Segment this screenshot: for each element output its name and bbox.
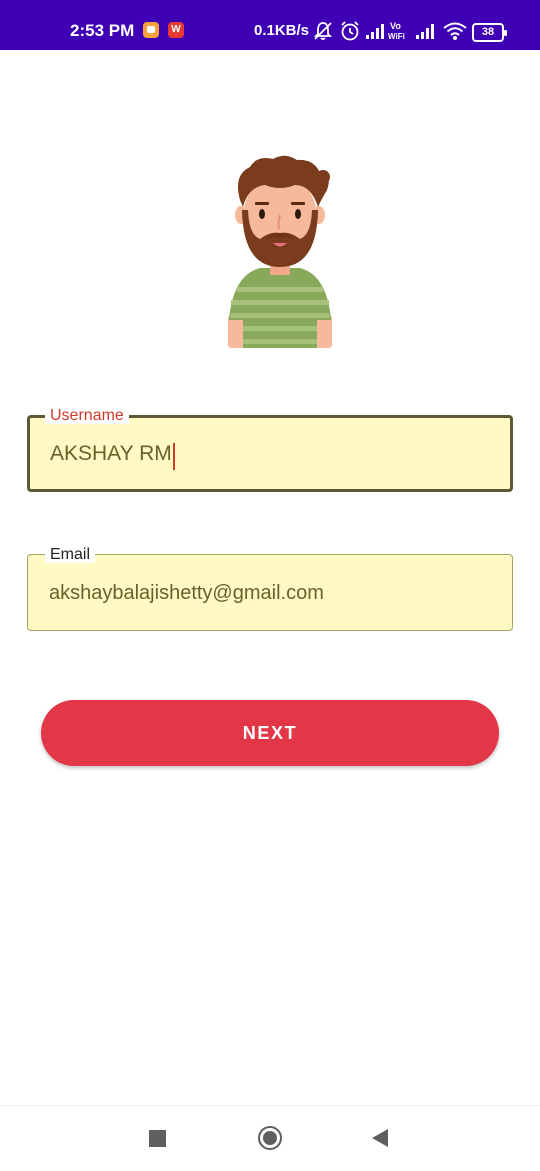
status-bar: 2:53 PM W 0.1KB/s Vo WiFi 38 <box>0 0 540 50</box>
back-icon[interactable] <box>372 1129 388 1147</box>
recents-icon[interactable] <box>149 1130 166 1147</box>
signal-icon <box>366 24 384 39</box>
battery-icon: 38 <box>472 23 507 42</box>
text-cursor <box>173 443 175 470</box>
navigation-bar <box>0 1105 540 1171</box>
username-label: Username <box>45 408 129 424</box>
svg-text:WiFi: WiFi <box>388 32 405 41</box>
status-time: 2:53 PM <box>70 21 135 40</box>
email-input[interactable] <box>49 582 469 605</box>
username-input[interactable] <box>50 442 470 466</box>
svg-text:Vo: Vo <box>390 21 401 31</box>
email-field[interactable]: Email <box>27 547 513 631</box>
wps-app-icon: W <box>168 22 184 38</box>
mute-icon <box>313 22 333 40</box>
email-label: Email <box>45 547 96 563</box>
signal-icon-2 <box>416 24 434 39</box>
avatar-illustration <box>228 155 332 348</box>
alarm-icon <box>341 21 359 41</box>
username-field[interactable]: Username <box>27 408 513 492</box>
network-speed: 0.1KB/s <box>254 22 310 39</box>
vowifi-icon: Vo WiFi <box>388 21 405 41</box>
wifi-icon <box>443 22 467 40</box>
message-app-icon <box>143 22 159 38</box>
home-icon[interactable] <box>258 1126 282 1150</box>
next-button[interactable]: NEXT <box>41 700 499 766</box>
